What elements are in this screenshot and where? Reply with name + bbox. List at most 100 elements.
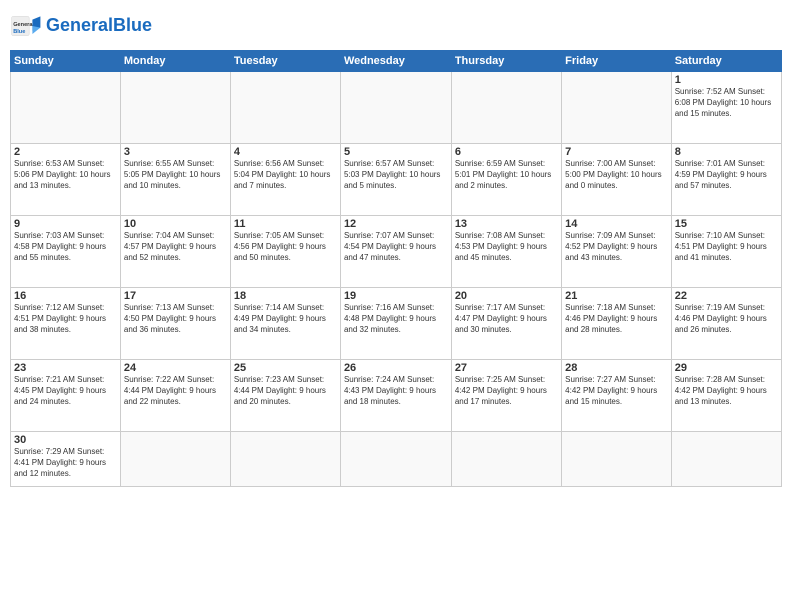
day-info: Sunrise: 7:01 AM Sunset: 4:59 PM Dayligh… <box>675 159 778 191</box>
logo-general: General <box>46 15 113 35</box>
day-cell <box>451 432 561 487</box>
day-number: 28 <box>565 362 668 374</box>
week-row-6: 30Sunrise: 7:29 AM Sunset: 4:41 PM Dayli… <box>11 432 782 487</box>
day-cell: 18Sunrise: 7:14 AM Sunset: 4:49 PM Dayli… <box>230 288 340 360</box>
weekday-header-monday: Monday <box>120 51 230 72</box>
day-number: 13 <box>455 218 558 230</box>
day-number: 14 <box>565 218 668 230</box>
svg-text:General: General <box>13 22 34 28</box>
svg-text:Blue: Blue <box>13 29 25 35</box>
day-cell: 3Sunrise: 6:55 AM Sunset: 5:05 PM Daylig… <box>120 144 230 216</box>
day-cell <box>230 432 340 487</box>
day-info: Sunrise: 7:24 AM Sunset: 4:43 PM Dayligh… <box>344 375 448 407</box>
day-cell <box>562 72 672 144</box>
day-info: Sunrise: 7:09 AM Sunset: 4:52 PM Dayligh… <box>565 231 668 263</box>
day-info: Sunrise: 6:56 AM Sunset: 5:04 PM Dayligh… <box>234 159 337 191</box>
weekday-header-friday: Friday <box>562 51 672 72</box>
day-cell: 22Sunrise: 7:19 AM Sunset: 4:46 PM Dayli… <box>671 288 781 360</box>
day-number: 8 <box>675 146 778 158</box>
day-cell: 10Sunrise: 7:04 AM Sunset: 4:57 PM Dayli… <box>120 216 230 288</box>
week-row-2: 2Sunrise: 6:53 AM Sunset: 5:06 PM Daylig… <box>11 144 782 216</box>
weekday-header-tuesday: Tuesday <box>230 51 340 72</box>
day-cell <box>230 72 340 144</box>
day-cell: 15Sunrise: 7:10 AM Sunset: 4:51 PM Dayli… <box>671 216 781 288</box>
day-number: 25 <box>234 362 337 374</box>
week-row-1: 1Sunrise: 7:52 AM Sunset: 6:08 PM Daylig… <box>11 72 782 144</box>
day-cell <box>120 72 230 144</box>
day-number: 4 <box>234 146 337 158</box>
day-info: Sunrise: 7:52 AM Sunset: 6:08 PM Dayligh… <box>675 87 778 119</box>
weekday-header-wednesday: Wednesday <box>340 51 451 72</box>
day-cell: 6Sunrise: 6:59 AM Sunset: 5:01 PM Daylig… <box>451 144 561 216</box>
day-number: 12 <box>344 218 448 230</box>
day-info: Sunrise: 7:29 AM Sunset: 4:41 PM Dayligh… <box>14 447 117 479</box>
day-cell: 24Sunrise: 7:22 AM Sunset: 4:44 PM Dayli… <box>120 360 230 432</box>
day-number: 29 <box>675 362 778 374</box>
day-info: Sunrise: 7:13 AM Sunset: 4:50 PM Dayligh… <box>124 303 227 335</box>
calendar: SundayMondayTuesdayWednesdayThursdayFrid… <box>10 50 782 487</box>
day-number: 16 <box>14 290 117 302</box>
day-info: Sunrise: 7:19 AM Sunset: 4:46 PM Dayligh… <box>675 303 778 335</box>
day-info: Sunrise: 7:23 AM Sunset: 4:44 PM Dayligh… <box>234 375 337 407</box>
day-cell: 2Sunrise: 6:53 AM Sunset: 5:06 PM Daylig… <box>11 144 121 216</box>
day-info: Sunrise: 7:16 AM Sunset: 4:48 PM Dayligh… <box>344 303 448 335</box>
day-cell: 30Sunrise: 7:29 AM Sunset: 4:41 PM Dayli… <box>11 432 121 487</box>
week-row-3: 9Sunrise: 7:03 AM Sunset: 4:58 PM Daylig… <box>11 216 782 288</box>
day-cell <box>562 432 672 487</box>
day-info: Sunrise: 7:05 AM Sunset: 4:56 PM Dayligh… <box>234 231 337 263</box>
day-info: Sunrise: 7:17 AM Sunset: 4:47 PM Dayligh… <box>455 303 558 335</box>
day-cell: 25Sunrise: 7:23 AM Sunset: 4:44 PM Dayli… <box>230 360 340 432</box>
day-cell: 9Sunrise: 7:03 AM Sunset: 4:58 PM Daylig… <box>11 216 121 288</box>
day-number: 15 <box>675 218 778 230</box>
day-number: 5 <box>344 146 448 158</box>
day-number: 9 <box>14 218 117 230</box>
day-info: Sunrise: 7:00 AM Sunset: 5:00 PM Dayligh… <box>565 159 668 191</box>
day-cell <box>340 432 451 487</box>
day-info: Sunrise: 7:27 AM Sunset: 4:42 PM Dayligh… <box>565 375 668 407</box>
day-info: Sunrise: 7:04 AM Sunset: 4:57 PM Dayligh… <box>124 231 227 263</box>
logo-text: GeneralBlue <box>46 16 152 36</box>
week-row-4: 16Sunrise: 7:12 AM Sunset: 4:51 PM Dayli… <box>11 288 782 360</box>
day-info: Sunrise: 7:03 AM Sunset: 4:58 PM Dayligh… <box>14 231 117 263</box>
day-info: Sunrise: 7:10 AM Sunset: 4:51 PM Dayligh… <box>675 231 778 263</box>
day-number: 21 <box>565 290 668 302</box>
day-number: 22 <box>675 290 778 302</box>
day-cell: 16Sunrise: 7:12 AM Sunset: 4:51 PM Dayli… <box>11 288 121 360</box>
weekday-header-thursday: Thursday <box>451 51 561 72</box>
day-cell: 28Sunrise: 7:27 AM Sunset: 4:42 PM Dayli… <box>562 360 672 432</box>
day-info: Sunrise: 6:55 AM Sunset: 5:05 PM Dayligh… <box>124 159 227 191</box>
day-number: 24 <box>124 362 227 374</box>
day-info: Sunrise: 7:28 AM Sunset: 4:42 PM Dayligh… <box>675 375 778 407</box>
day-cell: 1Sunrise: 7:52 AM Sunset: 6:08 PM Daylig… <box>671 72 781 144</box>
day-number: 6 <box>455 146 558 158</box>
day-cell: 27Sunrise: 7:25 AM Sunset: 4:42 PM Dayli… <box>451 360 561 432</box>
day-cell <box>451 72 561 144</box>
day-number: 7 <box>565 146 668 158</box>
day-cell: 13Sunrise: 7:08 AM Sunset: 4:53 PM Dayli… <box>451 216 561 288</box>
day-info: Sunrise: 7:25 AM Sunset: 4:42 PM Dayligh… <box>455 375 558 407</box>
day-cell <box>340 72 451 144</box>
day-cell: 8Sunrise: 7:01 AM Sunset: 4:59 PM Daylig… <box>671 144 781 216</box>
day-number: 17 <box>124 290 227 302</box>
day-number: 19 <box>344 290 448 302</box>
day-number: 20 <box>455 290 558 302</box>
day-cell: 5Sunrise: 6:57 AM Sunset: 5:03 PM Daylig… <box>340 144 451 216</box>
day-cell: 17Sunrise: 7:13 AM Sunset: 4:50 PM Dayli… <box>120 288 230 360</box>
day-number: 26 <box>344 362 448 374</box>
page: General Blue GeneralBlue SundayMondayTue… <box>0 0 792 612</box>
day-cell <box>11 72 121 144</box>
day-cell: 29Sunrise: 7:28 AM Sunset: 4:42 PM Dayli… <box>671 360 781 432</box>
day-info: Sunrise: 6:57 AM Sunset: 5:03 PM Dayligh… <box>344 159 448 191</box>
day-cell <box>671 432 781 487</box>
day-cell: 12Sunrise: 7:07 AM Sunset: 4:54 PM Dayli… <box>340 216 451 288</box>
day-info: Sunrise: 7:14 AM Sunset: 4:49 PM Dayligh… <box>234 303 337 335</box>
day-info: Sunrise: 7:08 AM Sunset: 4:53 PM Dayligh… <box>455 231 558 263</box>
day-cell <box>120 432 230 487</box>
day-number: 30 <box>14 434 117 446</box>
weekday-header-sunday: Sunday <box>11 51 121 72</box>
logo: General Blue GeneralBlue <box>10 10 152 42</box>
day-cell: 21Sunrise: 7:18 AM Sunset: 4:46 PM Dayli… <box>562 288 672 360</box>
day-number: 18 <box>234 290 337 302</box>
logo-icon: General Blue <box>10 10 42 42</box>
day-info: Sunrise: 7:18 AM Sunset: 4:46 PM Dayligh… <box>565 303 668 335</box>
